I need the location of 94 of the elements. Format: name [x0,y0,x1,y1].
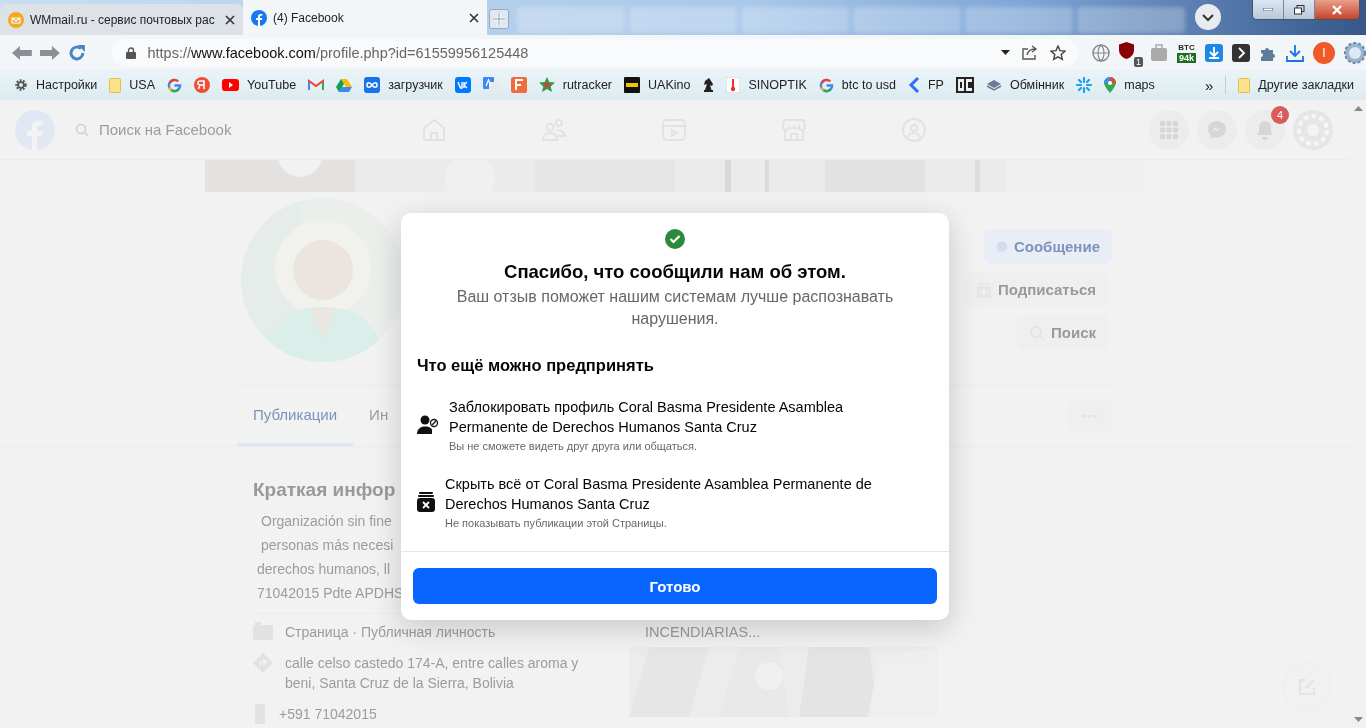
bell-icon [1256,119,1274,140]
close-icon [1331,4,1343,15]
detail-text: Страница · Публичная личность [285,623,496,642]
search-icon [75,122,89,137]
bio-text: derechos humanos, ll [257,560,391,579]
infinity-icon [364,77,381,93]
bookmark-link[interactable]: maps [1104,77,1155,93]
option-description: Вы не сможете видеть друг друга или общаться. [449,440,698,452]
dropdown-icon[interactable] [1195,4,1221,30]
bookmark-link[interactable]: SINOPTIK [726,77,807,93]
bookmark-icon-button[interactable] [955,77,974,93]
notification-badge: 4 [1271,105,1289,124]
close-icon[interactable] [469,12,479,23]
letter-logo-icon [510,77,527,93]
gear-globe-icon[interactable] [1344,41,1366,64]
section-title: Что ещё можно предпринять [416,355,655,375]
bookmark-link[interactable]: USA [109,77,155,93]
bookmark-star-icon[interactable] [1050,44,1066,61]
round-logo-icon [194,77,210,93]
check-icon [665,229,685,249]
play-icon [222,79,239,91]
drive-icon [336,78,353,92]
square-logo-icon [454,77,471,93]
new-tab-icon[interactable] [489,9,509,29]
shield-icon [1119,41,1134,59]
facebook-favicon [251,9,267,26]
done-button[interactable]: Готово [413,568,937,604]
option-item[interactable]: Скрыть всё от Coral Basma Presidente Asamblea Permanente de Derechos Humanos Santa Cruz Не показывать публикации этой Страницы. [401,452,949,529]
spark-icon [1076,77,1093,93]
dialog-subtitle: Ваш отзыв поможет нашим системам лучше распознавать нарушения. [455,287,895,329]
globe-icon[interactable] [1092,43,1110,62]
briefcase-icon[interactable] [1150,43,1168,62]
option-title: Заблокировать профиль Coral Basma Presidente Asamblea Permanente de Derechos Humanos Santa Cruz [449,398,845,437]
folder-icon [1238,77,1251,93]
address-bar[interactable]: https://www.facebook.com/profile.php?id=61559956125448 [111,38,1078,67]
scroll-down-icon[interactable] [1353,717,1363,722]
bookmark-link[interactable]: Обмінник [985,78,1065,92]
bio-text: Organización sin fine [261,512,392,531]
share-icon[interactable] [1022,45,1038,60]
option-description: Не показывать публикации этой Страницы. [445,517,668,529]
download-icon[interactable] [1205,43,1223,62]
block-person-icon [417,414,439,435]
bookmark-link[interactable]: загрузчик [364,77,443,93]
envelope-favicon [8,11,24,28]
hide-box-icon [417,491,435,512]
folder-icon [109,77,122,93]
caret-icon[interactable] [1001,50,1010,55]
stack-icon [985,79,1002,91]
minimize-icon [1263,8,1273,11]
gear-icon [14,78,28,92]
url-text: https://www.facebook.com/profile.php?id=61559956125448 [147,44,529,61]
more-bookmarks-button[interactable]: » [1204,76,1214,94]
restore-icon [1293,4,1305,15]
translate-icon [482,77,499,93]
post-text: INCENDIARIAS... [644,624,762,641]
bookmark-link[interactable]: btc to usd [818,77,896,93]
map-pin-icon [1104,77,1117,93]
detail-text: +591 71042015 [279,705,377,724]
chess-knight-icon [702,77,715,93]
search-field[interactable]: Поиск на Facebook [75,120,301,139]
back-arrow-icon[interactable] [12,45,32,60]
split-square-icon [955,77,974,93]
browser-tab[interactable]: WMmail.ru - сервис почтовых рас [0,4,243,35]
maximize-button[interactable] [1284,0,1315,19]
bookmark-folder[interactable]: Другие закладки [1238,77,1354,93]
mail-icon [308,79,325,91]
bookmark-icon-button[interactable] [702,77,715,93]
bookmark-link[interactable]: YouTube [222,78,297,92]
bookmark-link[interactable]: rutracker [538,77,613,93]
detail-text: calle celso castedo 174-A, entre calles aroma y beni, Santa Cruz de la Sierra, Bolivia [285,654,580,693]
close-icon[interactable] [225,14,235,25]
thermometer-icon [726,77,741,93]
shield-extension-button[interactable]: 1 [1119,41,1141,64]
browser-tab[interactable]: (4) Facebook [243,0,487,35]
star-icon [538,77,555,93]
bio-text: personas más necesi [261,536,394,555]
option-title: Скрыть всё от Coral Basma Presidente Asamblea Permanente de Derechos Humanos Santa Cruz [445,475,873,514]
forward-arrow-icon[interactable] [39,45,60,60]
g-ring-icon [818,77,834,93]
bookmark-link[interactable]: FP [908,77,944,93]
lock-icon [125,46,136,59]
count-badge: 1 [1133,56,1143,67]
dialog-title: Спасибо, что сообщили нам об этом. [504,261,846,283]
card-title: Краткая инфор [253,479,396,501]
dark-square-icon[interactable] [1232,43,1250,62]
close-window-button[interactable] [1315,0,1359,19]
download-icon[interactable] [1286,43,1304,62]
bio-text: 71042015 Pdte APDHS [257,584,404,603]
bookmark-link[interactable]: UAKino [624,77,691,93]
scroll-up-icon[interactable] [1353,106,1363,111]
chevron-icon [908,77,920,93]
reload-icon[interactable] [67,43,86,62]
g-ring-icon [167,77,182,93]
bookmark-link[interactable]: Настройки [14,78,98,92]
